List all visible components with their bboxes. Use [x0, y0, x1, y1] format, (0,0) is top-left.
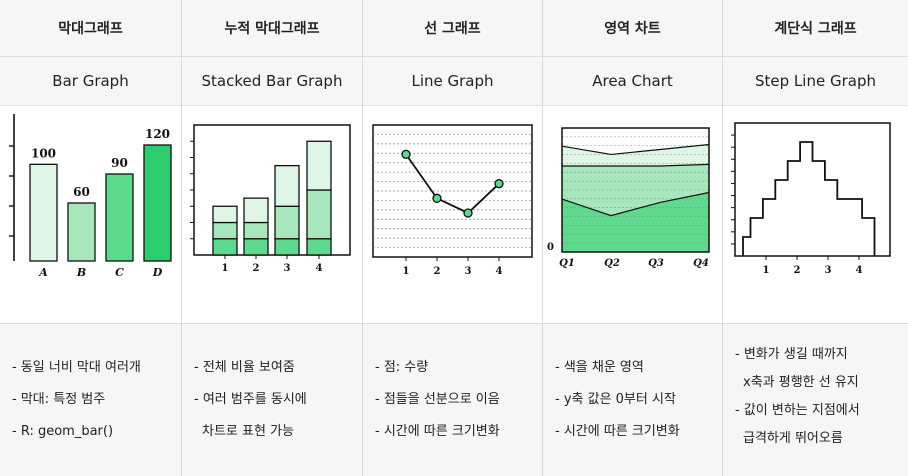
area-series — [562, 144, 709, 167]
description: - 동일 너비 막대 여러개 - 막대: 특정 범주 - R: geom_bar… — [0, 324, 181, 476]
bar-segment — [212, 205, 238, 224]
tick-label: 1 — [403, 266, 410, 277]
bullet-item: 급격하게 뛰어오름 — [743, 431, 843, 446]
data-point — [401, 149, 411, 159]
tick-label: 2 — [253, 263, 260, 274]
tick-label: Q1 — [559, 258, 575, 269]
tick-label: 2 — [434, 266, 441, 277]
korean-title: 선 그래프 — [363, 0, 542, 57]
english-title: Line Graph — [363, 57, 542, 106]
bullet-item: - y축 값은 0부터 시작 — [555, 392, 676, 407]
bar — [143, 144, 172, 262]
column-stacked-bar-graph: 누적 막대그래프 Stacked Bar Graph 1 2 3 4 - 전체 비율 … — [182, 0, 363, 476]
bullet-item: - 막대: 특정 범주 — [12, 392, 106, 407]
tick-label: 4 — [856, 265, 863, 276]
data-point — [463, 208, 473, 218]
tick-label: A — [38, 266, 48, 279]
bar-segment — [306, 189, 332, 240]
bar-segment — [306, 238, 332, 256]
bullet-item: 차트로 표현 가능 — [202, 424, 294, 439]
tick-label: Q3 — [648, 258, 664, 269]
tick-label: 4 — [496, 266, 503, 277]
bar — [67, 202, 96, 262]
bullet-item: - 값이 변하는 지점에서 — [735, 403, 860, 418]
tick-label: Q2 — [604, 258, 620, 269]
tick-label: D — [152, 266, 163, 279]
bar-segment — [243, 221, 269, 240]
bar-segment — [274, 238, 300, 256]
chart-area: 1 2 3 4 — [723, 106, 908, 324]
bar — [105, 173, 134, 262]
data-label: 60 — [73, 185, 90, 199]
bar-segment — [243, 238, 269, 256]
bullet-item: - 동일 너비 막대 여러개 — [12, 360, 141, 375]
data-label: 120 — [145, 127, 170, 141]
tick-label: B — [76, 266, 86, 279]
description: - 점: 수량 - 점들을 선분으로 이음 - 시간에 따른 크기변화 — [363, 324, 542, 476]
bullet-item: x축과 평행한 선 유지 — [743, 375, 859, 390]
data-label: 100 — [31, 146, 56, 160]
tick-label: 4 — [316, 263, 323, 274]
english-title: Area Chart — [543, 57, 722, 106]
tick-label: 2 — [794, 265, 801, 276]
bar-segment — [243, 197, 269, 224]
korean-title: 영역 차트 — [543, 0, 722, 57]
description: - 색을 채운 영역 - y축 값은 0부터 시작 - 시간에 따른 크기변화 — [543, 324, 722, 476]
bar-segment — [212, 238, 238, 256]
chart-area: 0 Q1 Q2 Q3 Q4 — [543, 106, 722, 324]
stacked-bar-chart: 1 2 3 4 — [190, 124, 351, 274]
tick-label: C — [115, 266, 124, 279]
bar-segment — [274, 164, 300, 207]
y-tick-label: 0 — [547, 242, 554, 253]
bullet-item: - 여러 범주를 동시에 — [194, 392, 307, 407]
english-title: Bar Graph — [0, 57, 181, 106]
plot-frame — [372, 124, 533, 258]
area-chart: 0 Q1 Q2 Q3 Q4 — [547, 127, 710, 269]
bullet-item: - 시간에 따른 크기변화 — [555, 424, 680, 439]
column-line-graph: 선 그래프 Line Graph 1 2 3 4 - 점: 수량 - 점들을 선분으로… — [363, 0, 543, 476]
tick-label: Q4 — [693, 258, 709, 269]
data-point — [432, 193, 442, 203]
bar-segment — [212, 221, 238, 240]
bullet-item: - 점: 수량 — [375, 360, 429, 375]
description: - 전체 비율 보여줌 - 여러 범주를 동시에 차트로 표현 가능 — [182, 324, 362, 476]
bullet-item: - 점들을 선분으로 이음 — [375, 392, 500, 407]
data-label: 90 — [111, 156, 128, 170]
data-point — [494, 179, 504, 189]
tick-label: 1 — [763, 265, 770, 276]
english-title: Step Line Graph — [723, 57, 908, 106]
bar-chart: 100 A 60 B 90 C 120 D — [9, 114, 172, 279]
bullet-item: - R: geom_bar() — [12, 424, 114, 439]
bar-segment — [306, 140, 332, 191]
bar — [29, 163, 58, 262]
bullet-item: - 색을 채운 영역 — [555, 360, 644, 375]
tick-label: 3 — [825, 265, 832, 276]
english-title: Stacked Bar Graph — [182, 57, 362, 106]
korean-title: 막대그래프 — [0, 0, 181, 57]
description: - 변화가 생길 때까지 x축과 평행한 선 유지 - 값이 변하는 지점에서 … — [723, 324, 908, 476]
column-bar-graph: 막대그래프 Bar Graph 100 A 60 B 90 C 120 D - 동일 너비 막… — [0, 0, 182, 476]
column-step-line-graph: 계단식 그래프 Step Line Graph 1 2 3 4 - 변화가 생길 때까… — [723, 0, 908, 476]
column-area-chart: 영역 차트 Area Chart 0 Q1 Q2 Q3 Q4 - 색을 채운 영역 - … — [543, 0, 723, 476]
chart-area: 1 2 3 4 — [363, 106, 542, 324]
tick-label: 1 — [222, 263, 229, 274]
bar-segment — [274, 205, 300, 240]
tick-label: 3 — [284, 263, 291, 274]
chart-area: 1 2 3 4 — [182, 106, 362, 324]
step-line-chart: 1 2 3 4 — [731, 122, 891, 276]
tick-label: 3 — [465, 266, 472, 277]
line-chart: 1 2 3 4 — [372, 124, 533, 277]
bullet-item: - 변화가 생길 때까지 — [735, 347, 848, 362]
korean-title: 계단식 그래프 — [723, 0, 908, 57]
chart-area: 100 A 60 B 90 C 120 D — [0, 106, 181, 324]
bullet-item: - 전체 비율 보여줌 — [194, 360, 295, 375]
bullet-item: - 시간에 따른 크기변화 — [375, 424, 500, 439]
korean-title: 누적 막대그래프 — [182, 0, 362, 57]
